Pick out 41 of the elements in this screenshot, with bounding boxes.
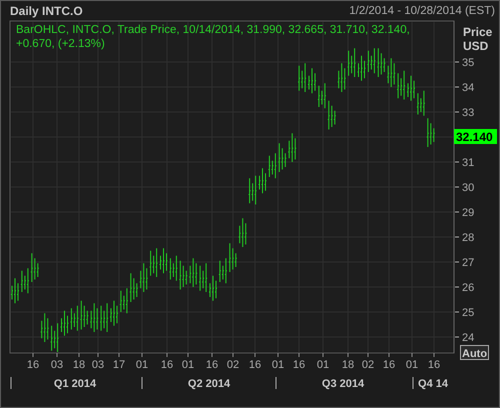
date-label: 01 (136, 359, 148, 371)
axis-title: Price (463, 25, 492, 39)
date-label: 16 (248, 359, 262, 371)
y-axis-label: 30 (462, 182, 474, 194)
y-axis-label: 27 (462, 257, 474, 269)
quarter-label: Q4 14 (418, 378, 448, 390)
date-label: 16 (160, 359, 174, 371)
date-label: 03 (50, 359, 64, 371)
y-axis-label: 25 (462, 307, 474, 319)
y-axis-label: 33 (462, 107, 474, 119)
date-label: 02 (362, 359, 374, 371)
date-label: 01 (406, 359, 418, 371)
y-axis-label: 26 (462, 282, 474, 294)
y-axis-label: 31 (462, 157, 474, 169)
date-range: 1/2/2014 - 10/28/2014 (EST) (349, 5, 495, 17)
date-label: 01 (316, 359, 330, 371)
y-axis-label: 35 (462, 57, 474, 69)
quarter-label: Q1 2014 (54, 378, 96, 390)
auto-button[interactable]: Auto (460, 345, 489, 360)
y-axis-label: 29 (462, 207, 474, 219)
y-axis-label: 28 (462, 232, 474, 244)
date-label: 16 (428, 359, 440, 371)
chart-title: Daily INTC.O (10, 4, 83, 18)
date-label: 16 (26, 359, 40, 371)
date-label: 16 (382, 359, 396, 371)
y-axis-label: 34 (462, 82, 474, 94)
y-axis-label: 24 (462, 332, 474, 344)
date-label: 16 (206, 359, 218, 371)
date-label: 18 (72, 359, 86, 371)
quarter-label: Q3 2014 (322, 378, 364, 390)
last-price-tag: 32.140 (454, 129, 497, 144)
quarter-label: Q2 2014 (188, 378, 230, 390)
date-label: 18 (342, 359, 354, 371)
date-label: 01 (272, 359, 284, 371)
date-label: 03 (92, 359, 104, 371)
date-label: 01 (182, 359, 194, 371)
date-label: 16 (292, 359, 306, 371)
axis-unit: USD (463, 39, 488, 53)
price-legend: BarOHLC, INTC.O, Trade Price, 10/14/2014, 31.990, 32.665, 31.710, 32.140, +0.670, (+2.13%) (16, 23, 441, 51)
date-label: 02 (226, 359, 240, 371)
date-label: 17 (112, 359, 126, 371)
